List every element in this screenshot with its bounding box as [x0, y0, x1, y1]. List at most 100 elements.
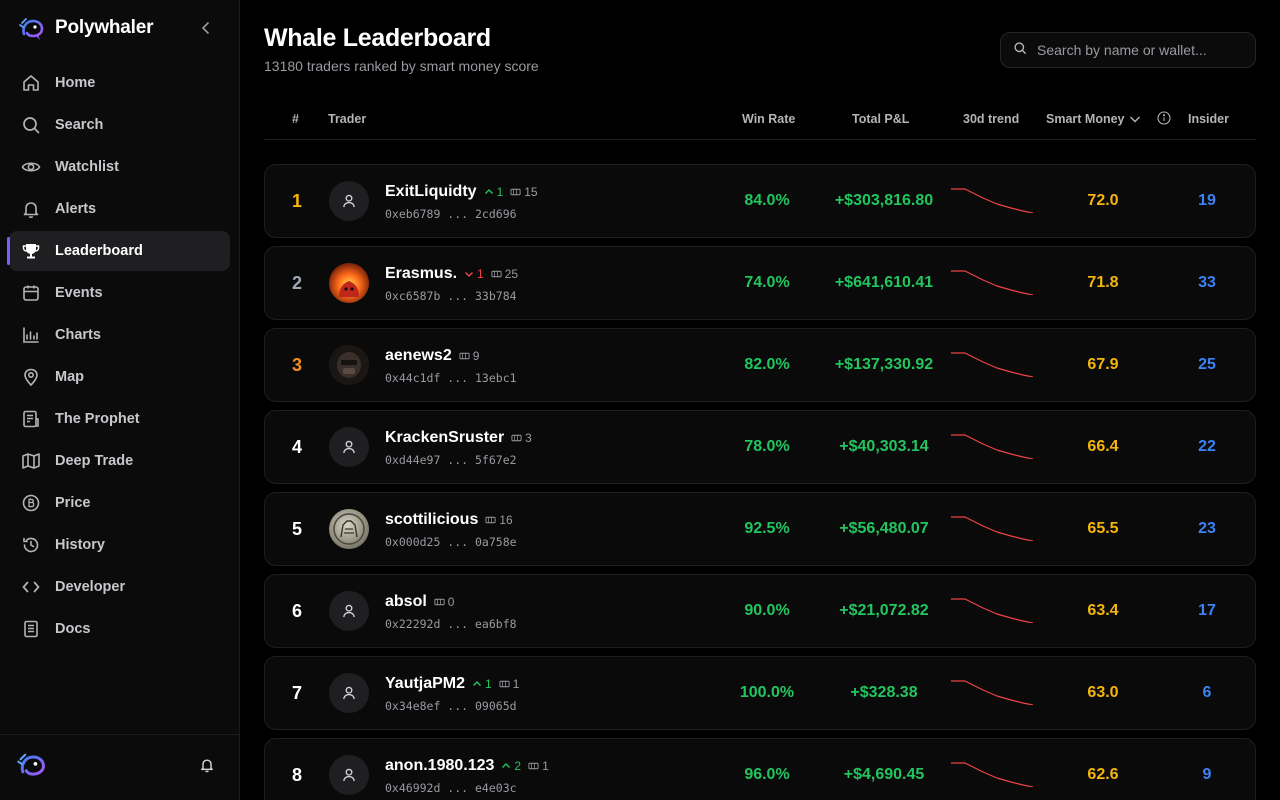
sidebar-item-docs[interactable]: Docs [9, 609, 230, 649]
rank-change-badge: 1 [464, 267, 484, 281]
trader-name[interactable]: aenews2 [385, 347, 452, 365]
brand[interactable]: Polywhaler [0, 0, 239, 56]
trader-name[interactable]: YautjaPM2 [385, 675, 465, 693]
avatar[interactable] [329, 345, 369, 385]
table-row[interactable]: 4 KrackenSruster 3 0xd44e97 ... 5f67e2 7… [264, 410, 1256, 484]
avatar[interactable] [329, 509, 369, 549]
insider-count[interactable]: 9 [1177, 739, 1237, 800]
avatar[interactable] [329, 263, 369, 303]
table-row[interactable]: 6 absol 0 0x22292d ... ea6bf8 90.0% +$21… [264, 574, 1256, 648]
trades-count: 9 [472, 349, 480, 363]
trend-sparkline [951, 516, 1033, 541]
smart-money-score: 65.5 [1087, 520, 1119, 537]
trader-name[interactable]: scottilicious [385, 511, 478, 529]
col-insider[interactable]: Insider [1188, 112, 1229, 126]
trades-count: 16 [499, 513, 513, 527]
smart-money-score: 72.0 [1087, 192, 1119, 209]
wallet-address[interactable]: 0x34e8ef ... 09065d [385, 699, 517, 713]
sidebar-item-home[interactable]: Home [9, 63, 230, 103]
user-icon[interactable] [329, 673, 369, 713]
map-fold-icon [20, 450, 42, 472]
trades-count: 1 [542, 759, 549, 773]
trader-name[interactable]: anon.1980.123 [385, 757, 494, 775]
search-box[interactable] [1000, 32, 1256, 68]
sidebar-item-the-prophet[interactable]: The Prophet [9, 399, 230, 439]
whale-logo-icon[interactable] [16, 749, 48, 786]
wallet-address[interactable]: 0x46992d ... e4e03c [385, 781, 517, 795]
history-icon [20, 534, 42, 556]
trader-name[interactable]: ExitLiquidty [385, 183, 477, 201]
sidebar-item-deep-trade[interactable]: Deep Trade [9, 441, 230, 481]
sidebar-item-label: Deep Trade [55, 453, 134, 469]
trader-name[interactable]: absol [385, 593, 427, 611]
wallet-address[interactable]: 0x22292d ... ea6bf8 [385, 617, 517, 631]
win-rate: 100.0% [739, 684, 795, 701]
sidebar-item-map[interactable]: Map [9, 357, 230, 397]
notifications-bell-icon[interactable] [199, 757, 215, 778]
col-win-rate[interactable]: Win Rate [742, 112, 795, 126]
sidebar-item-label: Alerts [55, 201, 97, 217]
page-header: Whale Leaderboard 13180 traders ranked b… [264, 0, 1256, 90]
insider-count[interactable]: 6 [1177, 657, 1237, 729]
sidebar-item-events[interactable]: Events [9, 273, 230, 313]
wallet-address[interactable]: 0x44c1df ... 13ebc1 [385, 371, 517, 385]
insider-count[interactable]: 25 [1177, 329, 1237, 401]
table-row[interactable]: 1 ExitLiquidty 1 15 0xeb6789 ... 2cd696 … [264, 164, 1256, 238]
sidebar-item-search[interactable]: Search [9, 105, 230, 145]
table-row[interactable]: 7 YautjaPM2 1 1 0x34e8ef ... 09065d 100.… [264, 656, 1256, 730]
insider-count[interactable]: 22 [1177, 411, 1237, 483]
sidebar-item-price[interactable]: Price [9, 483, 230, 523]
insider-count[interactable]: 19 [1177, 165, 1237, 237]
brand-name: Polywhaler [55, 17, 154, 38]
info-icon[interactable] [1157, 111, 1171, 128]
bitcoin-icon [20, 492, 42, 514]
trader-name[interactable]: KrackenSruster [385, 429, 504, 447]
table-row[interactable]: 3 aenews2 9 0x44c1df ... 13ebc1 82.0% +$… [264, 328, 1256, 402]
sidebar-item-history[interactable]: History [9, 525, 230, 565]
wallet-address[interactable]: 0xc6587b ... 33b784 [385, 289, 517, 303]
document-icon [20, 408, 42, 430]
trader-name[interactable]: Erasmus. [385, 265, 457, 283]
insider-count[interactable]: 23 [1177, 493, 1237, 565]
leaderboard-list: 1 ExitLiquidty 1 15 0xeb6789 ... 2cd696 … [264, 164, 1256, 800]
trades-count: 3 [525, 431, 532, 445]
sidebar-item-leaderboard[interactable]: Leaderboard [7, 231, 230, 271]
wallet-address[interactable]: 0xd44e97 ... 5f67e2 [385, 453, 517, 467]
sidebar-item-label: Map [55, 369, 84, 385]
user-icon[interactable] [329, 427, 369, 467]
wallet-address[interactable]: 0x000d25 ... 0a758e [385, 535, 517, 549]
trades-count: 0 [447, 595, 455, 609]
sidebar-item-label: Charts [55, 327, 101, 343]
col-smart-money[interactable]: Smart Money [1046, 112, 1141, 126]
wallet-address[interactable]: 0xeb6789 ... 2cd696 [385, 207, 517, 221]
table-row[interactable]: 2 Erasmus. 1 25 0xc6587b ... 33b784 74.0… [264, 246, 1256, 320]
rank-number: 7 [291, 682, 302, 703]
user-icon[interactable] [329, 591, 369, 631]
sidebar-item-charts[interactable]: Charts [9, 315, 230, 355]
trader-name-line: scottilicious 16 [385, 511, 513, 529]
total-pnl: +$328.38 [850, 684, 918, 701]
sidebar-item-developer[interactable]: Developer [9, 567, 230, 607]
table-row[interactable]: 5 scottilicious 16 0x000d25 ... 0a758e 9… [264, 492, 1256, 566]
user-icon[interactable] [329, 755, 369, 795]
user-icon[interactable] [329, 181, 369, 221]
insider-count[interactable]: 17 [1177, 575, 1237, 647]
trader-name-line: KrackenSruster 3 [385, 429, 532, 447]
ticket-icon [499, 680, 510, 688]
trades-count-badge: 0 [434, 595, 455, 609]
calendar-icon [20, 282, 42, 304]
insider-count[interactable]: 33 [1177, 247, 1237, 319]
sidebar-item-watchlist[interactable]: Watchlist [9, 147, 230, 187]
trader-name-line: absol 0 [385, 593, 454, 611]
table-row[interactable]: 8 anon.1980.123 2 1 0x46992d ... e4e03c … [264, 738, 1256, 800]
sidebar-item-label: History [55, 537, 105, 553]
collapse-sidebar-button[interactable] [196, 18, 216, 38]
col-total-pnl[interactable]: Total P&L [852, 112, 909, 126]
sidebar-item-label: Watchlist [55, 159, 119, 175]
trend-sparkline [951, 680, 1033, 705]
search-input[interactable] [1037, 42, 1237, 58]
sidebar-item-alerts[interactable]: Alerts [9, 189, 230, 229]
main-content: Whale Leaderboard 13180 traders ranked b… [240, 0, 1280, 800]
sidebar-item-label: Home [55, 75, 96, 91]
trend-sparkline [951, 352, 1033, 377]
